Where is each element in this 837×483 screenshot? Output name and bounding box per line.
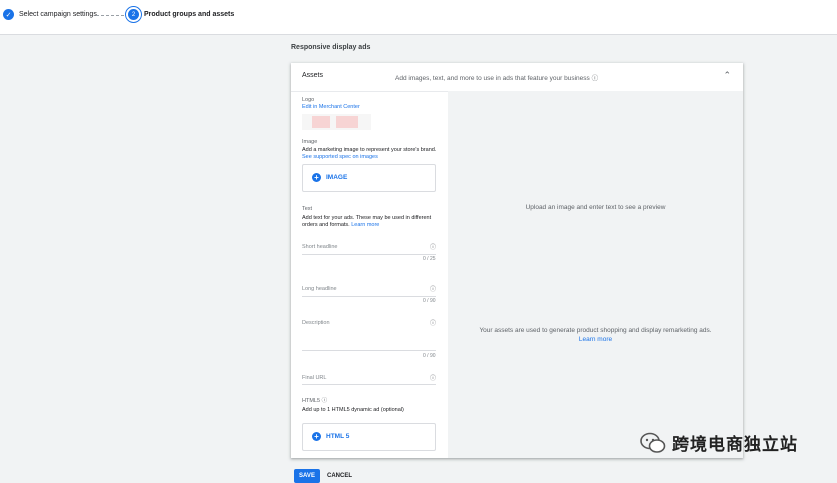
description-counter: 0 / 90 [423, 353, 436, 359]
preview-info: Your assets are used to generate product… [448, 326, 743, 344]
short-headline-help-icon[interactable]: ⓘ [430, 242, 436, 251]
image-section: Image Add a marketing image to represent… [302, 139, 438, 161]
preview-info-text: Your assets are used to generate product… [479, 327, 712, 334]
watermark-text: 跨境电商独立站 [672, 435, 798, 454]
preview-learn-more-link[interactable]: Learn more [448, 335, 743, 344]
logo-label: Logo [302, 97, 315, 103]
html5-section: HTML5 ⓘ Add up to 1 HTML5 dynamic ad (op… [302, 396, 438, 414]
long-headline-field[interactable]: Long headline ⓘ [302, 278, 436, 297]
long-headline-label: Long headline [302, 286, 337, 292]
step1-label: Select campaign settings [19, 11, 97, 18]
long-headline-help-icon[interactable]: ⓘ [430, 284, 436, 293]
text-section: Text Add text for your ads. These may be… [302, 206, 438, 229]
learn-more-link[interactable]: Learn more [351, 222, 379, 228]
assets-card: Assets Add images, text, and more to use… [291, 63, 743, 458]
text-label: Text [302, 206, 313, 212]
html5-label-row: HTML5 ⓘ [302, 396, 438, 404]
save-button[interactable]: SAVE [294, 469, 320, 483]
html5-label: HTML5 [302, 398, 321, 404]
help-icon[interactable]: ⓘ [592, 75, 599, 82]
plus-icon: + [312, 432, 321, 441]
wechat-icon [640, 432, 666, 453]
stepper-bar: ✓ Select campaign settings 2 Product gro… [0, 0, 837, 35]
description-field[interactable]: Description ⓘ [302, 313, 436, 351]
image-desc-text: Add a marketing image to represent your … [302, 147, 437, 153]
step-select-campaign-settings[interactable]: ✓ Select campaign settings [3, 9, 97, 20]
add-image-inner: + IMAGE [312, 173, 347, 182]
add-image-label: IMAGE [326, 174, 348, 181]
image-description: Add a marketing image to represent your … [302, 147, 438, 161]
chevron-up-icon[interactable]: ⌃ [723, 70, 731, 81]
add-image-button[interactable]: + IMAGE [302, 164, 436, 192]
add-html5-button[interactable]: + HTML 5 [302, 423, 436, 451]
final-url-field[interactable]: Final URL ⓘ [302, 369, 436, 385]
step-product-groups-and-assets[interactable]: 2 Product groups and assets [128, 9, 234, 20]
step-connector [96, 15, 124, 16]
preview-placeholder-text: Upload an image and enter text to see a … [525, 204, 666, 211]
section-title: Responsive display ads [291, 44, 371, 51]
final-url-label: Final URL [302, 375, 327, 381]
image-spec-link[interactable]: See supported spec on images [302, 154, 378, 160]
assets-hint-text: Add images, text, and more to use in ads… [395, 75, 590, 82]
html5-description: Add up to 1 HTML5 dynamic ad (optional) [302, 407, 404, 413]
short-headline-field[interactable]: Short headline ⓘ [302, 236, 436, 255]
assets-card-header[interactable]: Assets Add images, text, and more to use… [291, 63, 743, 92]
final-url-help-icon[interactable]: ⓘ [430, 373, 436, 382]
watermark: 跨境电商独立站 [640, 430, 798, 455]
plus-icon: + [312, 173, 321, 182]
short-headline-label: Short headline [302, 244, 338, 250]
add-html5-label: HTML 5 [326, 433, 350, 440]
ad-preview-panel: Upload an image and enter text to see a … [448, 91, 743, 458]
logo-image [302, 114, 371, 130]
step2-label: Product groups and assets [144, 11, 235, 18]
short-headline-counter: 0 / 25 [423, 256, 436, 262]
assets-hint: Add images, text, and more to use in ads… [395, 72, 598, 82]
description-help-icon[interactable]: ⓘ [430, 318, 436, 327]
text-description: Add text for your ads. These may be used… [302, 215, 438, 229]
assets-title: Assets [302, 72, 324, 79]
description-label: Description [302, 320, 330, 326]
image-label: Image [302, 139, 318, 145]
add-html5-inner: + HTML 5 [312, 432, 349, 441]
logo-section: Logo Edit in Merchant Center [302, 97, 371, 130]
check-icon: ✓ [3, 9, 14, 20]
cancel-button[interactable]: CANCEL [327, 473, 352, 479]
html5-help-icon[interactable]: ⓘ [322, 398, 328, 404]
long-headline-counter: 0 / 90 [423, 298, 436, 304]
edit-merchant-center-link[interactable]: Edit in Merchant Center [302, 104, 371, 110]
step-number-icon: 2 [128, 9, 139, 20]
